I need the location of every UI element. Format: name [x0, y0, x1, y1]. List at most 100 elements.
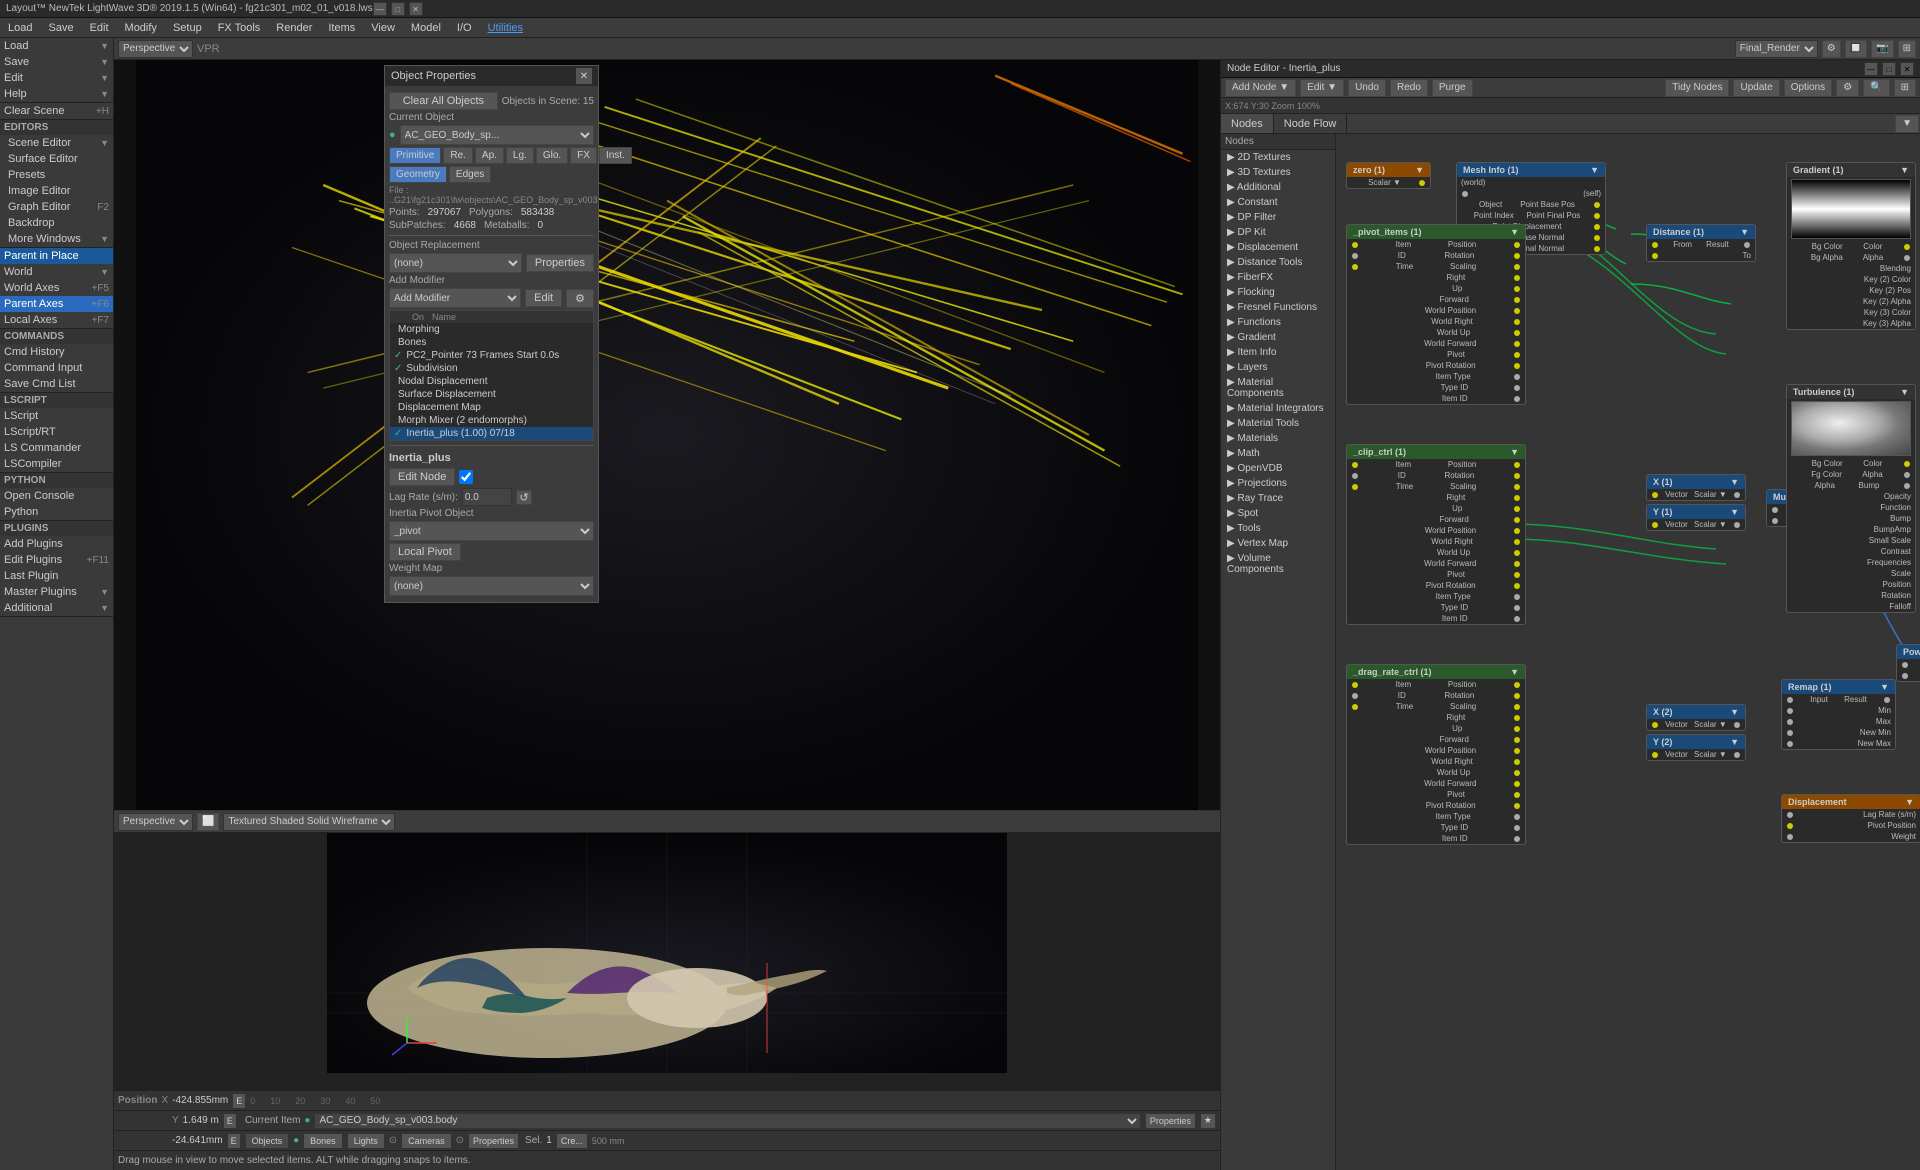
ne-zoom-btn[interactable]: 🔍: [1863, 79, 1889, 97]
add-node-btn[interactable]: Add Node ▼: [1225, 79, 1296, 97]
menu-setup[interactable]: Setup: [165, 18, 210, 37]
clip-ctrl-menu[interactable]: ▼: [1510, 447, 1519, 457]
edit-node-checkbox[interactable]: [459, 470, 473, 484]
add-modifier-select[interactable]: Add Modifier: [389, 288, 521, 308]
sidebar-edit[interactable]: Edit ▼: [0, 70, 113, 86]
current-object-select[interactable]: AC_GEO_Body_sp...: [400, 125, 594, 145]
viewport-mode-select[interactable]: Perspective: [118, 40, 193, 58]
maximize-button[interactable]: □: [391, 2, 405, 16]
sidebar-more-windows[interactable]: More Windows ▼: [0, 231, 113, 247]
sidebar-python[interactable]: Python: [0, 504, 113, 520]
node-pivot-items[interactable]: _pivot_items (1) ▼ Item Position: [1346, 224, 1526, 405]
cat-fresnel[interactable]: ▶ Fresnel Functions: [1221, 300, 1335, 315]
y2-menu[interactable]: ▼: [1730, 737, 1739, 747]
menu-view[interactable]: View: [363, 18, 403, 37]
cat-displacement[interactable]: ▶ Displacement: [1221, 240, 1335, 255]
mod-pc2[interactable]: ✓ PC2_Pointer 73 Frames Start 0.0s: [390, 349, 593, 362]
tab-geometry[interactable]: Geometry: [389, 166, 447, 183]
options-btn[interactable]: Options: [1784, 79, 1832, 97]
drag-ctrl-menu[interactable]: ▼: [1510, 667, 1519, 677]
cat-fiberfx[interactable]: ▶ FiberFX: [1221, 270, 1335, 285]
y-e-btn[interactable]: E: [223, 1113, 237, 1129]
viewport-icon-3[interactable]: 📷: [1871, 40, 1893, 58]
menu-modify[interactable]: Modify: [117, 18, 165, 37]
cat-spot[interactable]: ▶ Spot: [1221, 506, 1335, 521]
lag-rate-input[interactable]: [462, 488, 512, 506]
node-turbulence[interactable]: Turbulence (1) ▼ Bg ColorColor Fg ColorA…: [1786, 384, 1916, 613]
sidebar-world-axes[interactable]: World Axes +F5: [0, 280, 113, 296]
cat-dp-kit[interactable]: ▶ DP Kit: [1221, 225, 1335, 240]
node-drag-rate-ctrl[interactable]: _drag_rate_ctrl (1) ▼ Item Position: [1346, 664, 1526, 845]
turbulence-menu[interactable]: ▼: [1900, 387, 1909, 397]
cat-openvdb[interactable]: ▶ OpenVDB: [1221, 461, 1335, 476]
x2-menu[interactable]: ▼: [1730, 707, 1739, 717]
cat-vertex-map[interactable]: ▶ Vertex Map: [1221, 536, 1335, 551]
sidebar-master-plugins[interactable]: Master Plugins ▼: [0, 584, 113, 600]
cat-additional[interactable]: ▶ Additional: [1221, 180, 1335, 195]
gradient-menu[interactable]: ▼: [1900, 165, 1909, 175]
sidebar-ls-commander[interactable]: LS Commander: [0, 440, 113, 456]
sidebar-lscript-rt[interactable]: LScript/RT: [0, 424, 113, 440]
sidebar-save[interactable]: Save ▼: [0, 54, 113, 70]
sidebar-local-axes[interactable]: Local Axes +F7: [0, 312, 113, 328]
sidebar-last-plugin[interactable]: Last Plugin: [0, 568, 113, 584]
bones-btn[interactable]: Bones: [303, 1133, 343, 1149]
ne-maximize[interactable]: □: [1882, 62, 1896, 76]
ne-minimize[interactable]: —: [1864, 62, 1878, 76]
cat-3d[interactable]: ▶ 3D Textures: [1221, 165, 1335, 180]
bottom-shading-btn[interactable]: ⬜: [197, 813, 219, 831]
tab-glo[interactable]: Glo.: [536, 147, 568, 164]
cat-flocking[interactable]: ▶ Flocking: [1221, 285, 1335, 300]
pivot-select[interactable]: _pivot: [389, 521, 594, 541]
node-x2[interactable]: X (2) ▼ Vector Scalar ▼: [1646, 704, 1746, 731]
menu-io[interactable]: I/O: [449, 18, 480, 37]
tidy-nodes-btn[interactable]: Tidy Nodes: [1665, 79, 1729, 97]
dialog-close-btn[interactable]: ✕: [576, 68, 592, 84]
menu-load[interactable]: Load: [0, 18, 40, 37]
edit-node-btn[interactable]: Edit Node: [389, 468, 455, 486]
cat-constant[interactable]: ▶ Constant: [1221, 195, 1335, 210]
modifier-options-btn[interactable]: ⚙: [566, 289, 594, 308]
viewport-icon-4[interactable]: ⊞: [1898, 40, 1916, 58]
tab-close-btn[interactable]: ▼: [1895, 115, 1919, 133]
remap-menu[interactable]: ▼: [1880, 682, 1889, 692]
cat-tools[interactable]: ▶ Tools: [1221, 521, 1335, 536]
replacement-select[interactable]: (none): [389, 253, 522, 273]
lights-btn[interactable]: Lights: [347, 1133, 385, 1149]
properties-bottom-btn[interactable]: Properties: [1145, 1113, 1196, 1129]
tab-primitive[interactable]: Primitive: [389, 147, 441, 164]
sidebar-world[interactable]: World ▼: [0, 264, 113, 280]
menu-fx-tools[interactable]: FX Tools: [210, 18, 269, 37]
sidebar-add-plugins[interactable]: Add Plugins: [0, 536, 113, 552]
node-remap[interactable]: Remap (1) ▼ Input Result: [1781, 679, 1896, 750]
node-clip-ctrl[interactable]: _clip_ctrl (1) ▼ Item Position: [1346, 444, 1526, 625]
tab-node-flow[interactable]: Node Flow: [1274, 114, 1348, 133]
mod-subdivision[interactable]: ✓ Subdivision: [390, 362, 593, 375]
sidebar-clear-scene[interactable]: Clear Scene +H: [0, 103, 113, 119]
cat-ray-trace[interactable]: ▶ Ray Trace: [1221, 491, 1335, 506]
node-gradient[interactable]: Gradient (1) ▼ Bg ColorColor Bg AlphaAlp…: [1786, 162, 1916, 330]
objects-btn[interactable]: Objects: [245, 1133, 290, 1149]
cat-functions[interactable]: ▶ Functions: [1221, 315, 1335, 330]
sidebar-backdrop[interactable]: Backdrop: [0, 215, 113, 231]
sidebar-parent-axes[interactable]: Parent Axes +F6: [0, 296, 113, 312]
ne-close[interactable]: ✕: [1900, 62, 1914, 76]
node-pow[interactable]: Pow (1) ▼ In Out Pow: [1896, 644, 1920, 682]
zero-out-port[interactable]: [1419, 180, 1425, 186]
mod-inertia-plus[interactable]: ✓ Inertia_plus (1.00) 07/18: [390, 427, 593, 440]
create-btn[interactable]: Cre...: [556, 1133, 588, 1149]
distance-menu[interactable]: ▼: [1740, 227, 1749, 237]
weight-map-select[interactable]: (none): [389, 576, 594, 596]
current-item-select[interactable]: AC_GEO_Body_sp_v003.body: [314, 1113, 1140, 1129]
dialog-titlebar[interactable]: Object Properties ✕: [385, 66, 598, 86]
sidebar-lscript[interactable]: LScript: [0, 408, 113, 424]
minimize-button[interactable]: —: [373, 2, 387, 16]
edit-modifier-btn[interactable]: Edit: [525, 289, 562, 307]
mod-morph-mixer[interactable]: Morph Mixer (2 endomorphs): [390, 414, 593, 427]
sidebar-parent-in-place[interactable]: Parent in Place: [0, 248, 113, 264]
lag-rate-reset[interactable]: ↺: [516, 490, 532, 505]
cat-gradient[interactable]: ▶ Gradient: [1221, 330, 1335, 345]
tab-re[interactable]: Re.: [443, 147, 473, 164]
displacement-menu[interactable]: ▼: [1905, 797, 1914, 807]
redo-btn[interactable]: Redo: [1390, 79, 1428, 97]
